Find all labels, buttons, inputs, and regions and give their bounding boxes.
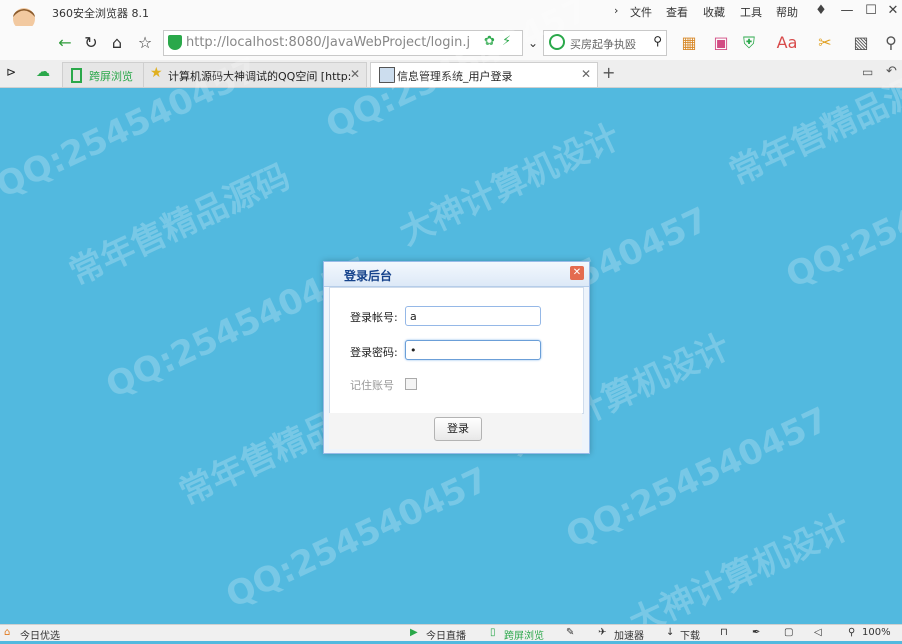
search-engine-icon[interactable] [549, 34, 565, 50]
feather-icon[interactable]: ✒ [752, 627, 760, 638]
dialog-header: 登录后台 ✕ [324, 262, 589, 287]
dialog-title: 登录后台 [344, 269, 393, 283]
window-icon[interactable]: ▢ [784, 627, 793, 638]
menu-view[interactable]: 查看 [666, 4, 688, 20]
chevron-right-icon[interactable]: › [614, 4, 618, 17]
security-shield-icon [168, 35, 182, 50]
username-field[interactable]: a [405, 306, 541, 326]
password-field[interactable]: • [405, 340, 541, 360]
security-icon[interactable]: ⛨ [738, 32, 760, 54]
zoom-level[interactable]: 100% [862, 627, 891, 638]
extension-icon[interactable]: ▣ [710, 32, 732, 54]
remember-label: 记住账号 [350, 379, 394, 392]
menu-file[interactable]: 文件 [630, 4, 652, 20]
screenshot-icon[interactable]: ✂ [814, 32, 836, 54]
zoom-icon[interactable]: ⚲ [848, 627, 855, 638]
search-icon[interactable]: ⚲ [653, 34, 662, 48]
sidebar-toggle-icon[interactable]: ⊳ [6, 65, 16, 79]
url-text: http://localhost:8080/JavaWebProject/log… [186, 35, 471, 50]
restore-tab-icon[interactable]: ▭ [862, 65, 873, 79]
daily-pick-icon[interactable]: ⌂ [4, 627, 10, 638]
download-icon[interactable]: ↓ [666, 627, 674, 638]
menu-help[interactable]: 帮助 [776, 4, 798, 20]
new-tab-icon[interactable]: + [602, 63, 615, 82]
menu-favorites[interactable]: 收藏 [703, 4, 725, 20]
url-dropdown-icon[interactable]: ⌄ [522, 32, 544, 54]
phone-icon[interactable]: ▯ [490, 627, 496, 638]
remember-checkbox[interactable] [405, 378, 417, 390]
tab-login-page[interactable]: 信息管理系统_用户登录 ✕ [370, 62, 598, 87]
close-window-icon[interactable]: ✕ [882, 2, 902, 20]
browser-titlebar: 360安全浏览器 8.1 › 文件 查看 收藏 工具 帮助 ♦ — ☐ ✕ [0, 0, 902, 48]
accelerator-icon[interactable]: ✈ [598, 627, 606, 638]
browser-app-title: 360安全浏览器 8.1 [52, 7, 149, 20]
status-bar: ⌂ 今日优选 ▶ 今日直播 ▯ 跨屏浏览 ✎ ✈ 加速器 ↓ 下载 ⊓ ✒ ▢ … [0, 624, 902, 642]
page-icon [379, 67, 395, 83]
more-tools-icon[interactable]: ⚲ [880, 32, 902, 54]
login-form: 登录帐号: a 登录密码: • 记住账号 [329, 287, 584, 414]
url-input[interactable]: http://localhost:8080/JavaWebProject/log… [163, 30, 523, 56]
close-icon[interactable]: ✕ [570, 266, 584, 280]
layout-icon[interactable]: ⊓ [720, 627, 728, 638]
refresh-icon[interactable]: ↻ [80, 32, 102, 54]
live-icon[interactable]: ▶ [410, 627, 418, 638]
home-icon[interactable]: ⌂ [106, 32, 128, 54]
minimize-icon[interactable]: — [836, 2, 858, 20]
star-icon[interactable]: ☆ [134, 32, 156, 54]
address-toolbar: ← ↻ ⌂ ☆ http://localhost:8080/JavaWebPro… [0, 26, 902, 60]
star-icon: ★ [150, 65, 163, 81]
username-label: 登录帐号: [350, 311, 398, 324]
search-text: 买房起争执殴 [570, 38, 636, 51]
close-tab-icon[interactable]: ✕ [350, 67, 360, 81]
translate-icon[interactable]: Aa [776, 32, 798, 54]
close-tab-icon[interactable]: ✕ [581, 67, 591, 81]
speed-mode-icon[interactable]: ⚡ [502, 34, 511, 49]
login-button[interactable]: 登录 [434, 417, 482, 441]
tab-qq-space[interactable]: ★ 计算机源码大神调试的QQ空间 [http: ✕ [143, 62, 367, 87]
maximize-icon[interactable]: ☐ [860, 2, 882, 20]
password-label: 登录密码: [350, 346, 398, 359]
phone-icon [71, 68, 82, 83]
tab-cross-screen[interactable]: 跨屏浏览 [62, 62, 144, 87]
back-icon[interactable]: ← [54, 32, 76, 54]
dialog-footer: 登录 [329, 413, 582, 449]
search-input[interactable]: 买房起争执殴 ⚲ [543, 30, 667, 56]
compat-mode-icon[interactable]: ✿ [484, 34, 495, 49]
login-dialog: 登录后台 ✕ 登录帐号: a 登录密码: • 记住账号 登录 [323, 261, 590, 454]
tab-bar: ⊳ ☁ 跨屏浏览 ★ 计算机源码大神调试的QQ空间 [http: ✕ 信息管理系… [0, 60, 902, 88]
undo-close-icon[interactable]: ↶ [886, 64, 897, 79]
browser-doctor-icon[interactable]: ✎ [566, 627, 574, 638]
menu-tools[interactable]: 工具 [740, 4, 762, 20]
image-icon[interactable]: ▧ [850, 32, 872, 54]
apps-icon[interactable]: ▦ [678, 32, 700, 54]
cloud-icon[interactable]: ☁ [36, 64, 50, 80]
sound-icon[interactable]: ◁ [814, 627, 822, 638]
skin-icon[interactable]: ♦ [810, 2, 832, 20]
